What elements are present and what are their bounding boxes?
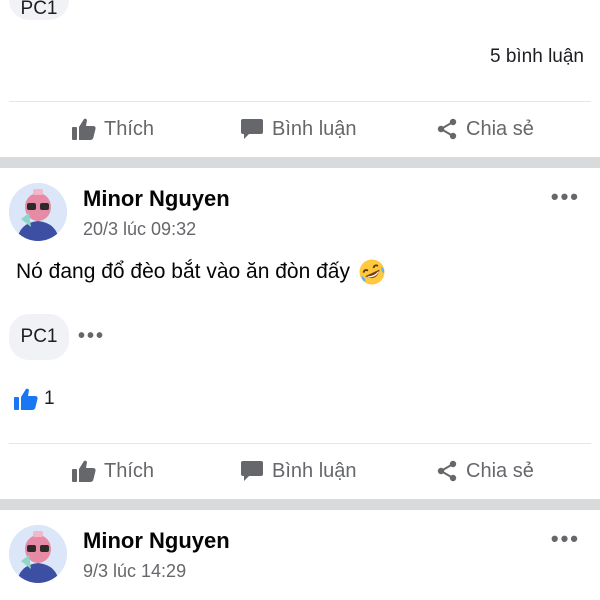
post3-header: Minor Nguyen 9/3 lúc 14:29 ••• — [0, 522, 600, 586]
like-button[interactable]: Thích — [72, 118, 154, 141]
author-name[interactable]: Minor Nguyen — [83, 186, 230, 212]
comment-button[interactable]: Bình luận — [240, 460, 357, 483]
thumbs-up-icon — [72, 118, 96, 140]
comment-button[interactable]: Bình luận — [240, 118, 357, 141]
more-options-button[interactable]: ••• — [551, 526, 580, 552]
post1-action-bar: Thích Bình luận Chia sẻ — [0, 102, 600, 156]
post-text: Nó đang đổ đèo bắt vào ăn đòn đấy — [16, 258, 386, 286]
share-icon — [437, 460, 457, 482]
comment-chip[interactable]: PC1 — [9, 314, 69, 360]
share-label: Chia sẻ — [466, 459, 534, 482]
post-timestamp[interactable]: 20/3 lúc 09:32 — [83, 219, 196, 240]
thumbs-up-icon — [72, 460, 96, 482]
avatar-illustration — [9, 183, 67, 241]
like-button[interactable]: Thích — [72, 460, 154, 483]
share-icon — [437, 118, 457, 140]
post2-header: Minor Nguyen 20/3 lúc 09:32 ••• — [0, 180, 600, 244]
like-label: Thích — [104, 459, 155, 482]
more-options-button[interactable]: ••• — [551, 184, 580, 210]
share-button[interactable]: Chia sẻ — [436, 118, 534, 141]
author-name[interactable]: Minor Nguyen — [83, 528, 230, 554]
post2-action-bar: Thích Bình luận Chia sẻ — [0, 444, 600, 498]
reaction-summary[interactable]: 1 — [14, 388, 55, 410]
comment-label: Bình luận — [272, 117, 357, 140]
post-divider — [0, 499, 600, 510]
share-label: Chia sẻ — [466, 117, 534, 140]
comment-label: Bình luận — [272, 459, 357, 482]
like-label: Thích — [104, 117, 155, 140]
rolling-on-floor-laughing-emoji — [359, 259, 385, 285]
post-timestamp[interactable]: 9/3 lúc 14:29 — [83, 561, 186, 582]
post-divider — [0, 157, 600, 168]
avatar[interactable] — [9, 183, 67, 241]
like-reaction-icon — [14, 388, 38, 410]
share-button[interactable]: Chia sẻ — [436, 460, 534, 483]
comment-bubble-icon — [241, 461, 263, 481]
comment-count[interactable]: 5 bình luận — [490, 46, 584, 68]
post-text-content: Nó đang đổ đèo bắt vào ăn đòn đấy — [16, 260, 350, 283]
chip-label: PC1 — [20, 326, 58, 347]
like-count: 1 — [44, 388, 55, 409]
comment-more-button[interactable]: ••• — [78, 325, 105, 348]
chip-label: PC1 — [20, 0, 58, 19]
comment-bubble-icon — [241, 119, 263, 139]
avatar[interactable] — [9, 525, 67, 583]
avatar-illustration — [9, 525, 67, 583]
comment-chip-top[interactable]: PC1 — [9, 0, 69, 20]
